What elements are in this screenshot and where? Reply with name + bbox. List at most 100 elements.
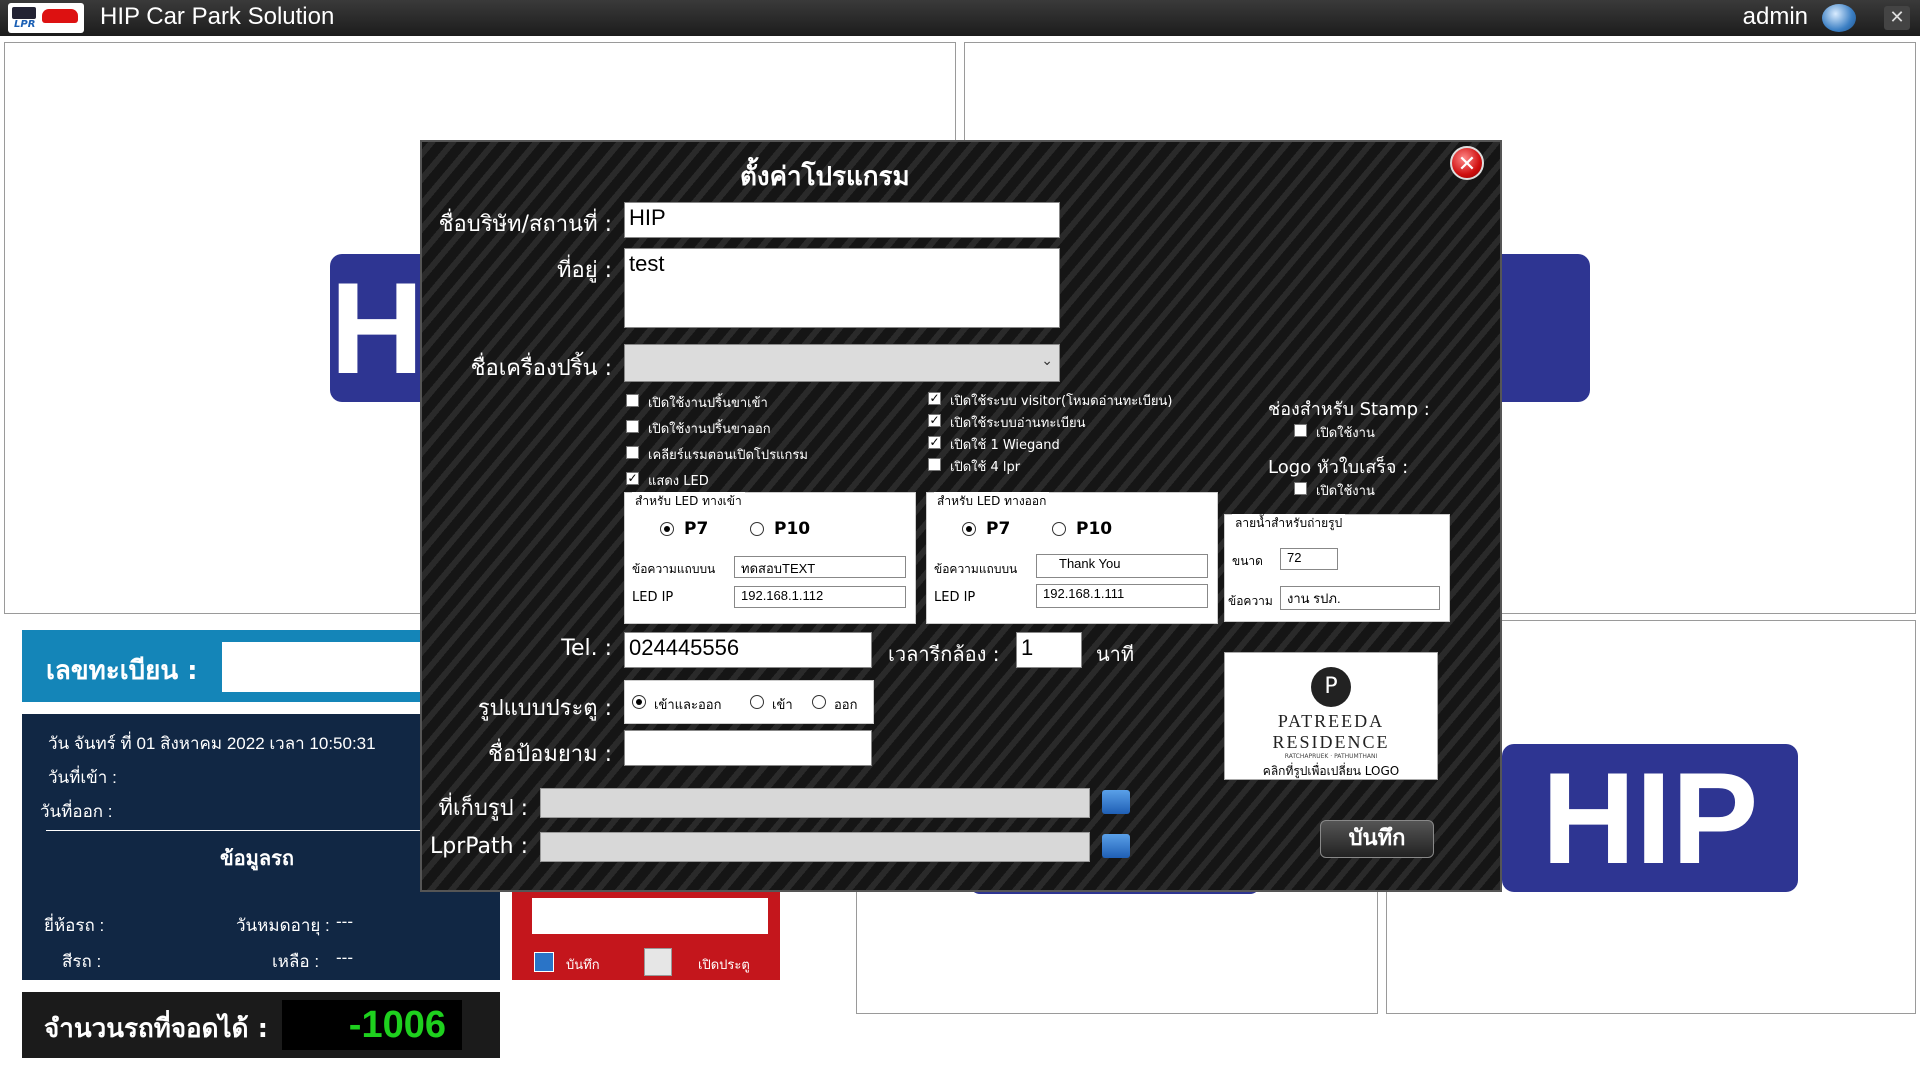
user-name: admin [1742, 3, 1808, 30]
visitor-label: เปิดใช้ระบบ visitor(โหมดอ่านทะเบียน) [950, 394, 1173, 409]
four-lpr-checkbox[interactable] [928, 458, 941, 471]
led-in-p10-radio[interactable] [750, 522, 764, 536]
date-line: วัน จันทร์ ที่ 01 สิงหาคม 2022 เวลา 10:5… [48, 734, 376, 753]
company-label: ชื่อบริษัท/สถานที่ : [438, 212, 612, 237]
lpr-path-input[interactable] [540, 832, 1090, 862]
tel-label: Tel. : [561, 636, 612, 661]
lpr-path-label: LprPath : [429, 834, 528, 859]
guard-input[interactable] [624, 730, 872, 766]
show-led-label: แสดง LED [648, 474, 709, 489]
image-path-label: ที่เก็บรูป : [438, 796, 529, 821]
wiegand-checkbox[interactable]: ✓ [928, 436, 941, 449]
gate-both-radio[interactable] [632, 695, 646, 709]
folder-browse-icon[interactable] [1102, 834, 1130, 858]
logo-hint: คลิกที่รูปเพื่อเปลี่ยน LOGO [1262, 764, 1400, 778]
camera-time-label: เวลารีกล้อง : [888, 642, 1000, 666]
gate-out-radio[interactable] [812, 695, 826, 709]
gate-out-label: ออก [834, 698, 858, 713]
led-in-p7-label: P7 [684, 519, 709, 539]
chevron-down-icon: ⌄ [1041, 353, 1053, 369]
plate-label: เลขทะเบียน : [46, 656, 198, 686]
open-gate-label[interactable]: เปิดประตู [698, 954, 750, 975]
stamp-label: ช่องสำหรับ Stamp : [1268, 399, 1430, 420]
stamp-enable-label: เปิดใช้งาน [1316, 426, 1375, 441]
hip-logo-text: HIP [1541, 745, 1759, 891]
count-value: -1006 [282, 1000, 462, 1050]
modal-title: ตั้งค่าโปรแกรม [740, 162, 910, 192]
plate-reader-checkbox[interactable]: ✓ [928, 414, 941, 427]
hip-logo-bg-3: HIP [1502, 744, 1798, 892]
logo-sub: RATCHAPRUEK · PATHUMTHANI [1284, 753, 1378, 760]
user-avatar[interactable] [1822, 4, 1856, 32]
led-out-text-label: ข้อความแถบบน [934, 562, 1018, 576]
receipt-logo-checkbox[interactable] [1294, 482, 1307, 495]
led-out-p7-radio[interactable] [962, 522, 976, 536]
led-out-ip-label: LED IP [934, 590, 976, 605]
patreeda-emblem-icon: P [1311, 667, 1351, 707]
plate-input[interactable] [222, 642, 422, 692]
save-button[interactable]: บันทึก [1320, 820, 1434, 858]
stamp-checkbox[interactable] [1294, 424, 1307, 437]
printer-label: ชื่อเครื่องปริ้น : [470, 356, 612, 381]
guard-label: ชื่อป้อมยาม : [488, 742, 612, 767]
date-in-label: วันที่เข้า : [48, 768, 117, 787]
watermark-text-label: ข้อความ [1228, 594, 1273, 608]
gate-input[interactable] [532, 898, 768, 934]
modal-close-icon[interactable]: ✕ [1450, 146, 1484, 180]
image-path-input[interactable] [540, 788, 1090, 818]
watermark-size-label: ขนาด [1232, 554, 1263, 568]
save-icon[interactable] [534, 952, 554, 972]
print-out-checkbox[interactable] [626, 420, 639, 433]
led-out-p7-label: P7 [986, 519, 1011, 539]
four-lpr-label: เปิดใช้ 4 lpr [950, 460, 1021, 475]
print-in-label: เปิดใช้งานปริ้นขาเข้า [648, 396, 768, 411]
company-input[interactable]: HIP [624, 202, 1060, 238]
led-in-legend: สำหรับ LED ทางเข้า [632, 492, 745, 511]
show-led-checkbox[interactable]: ✓ [626, 472, 639, 485]
expire-value: --- [336, 912, 353, 931]
led-in-text-input[interactable]: ทดสอบTEXT [734, 556, 906, 578]
led-in-p7-radio[interactable] [660, 522, 674, 536]
folder-browse-icon[interactable] [1102, 790, 1130, 814]
watermark-legend: ลายน้ำสำหรับถ่ายรูป [1232, 514, 1346, 533]
led-out-ip-input[interactable]: 192.168.1.111 [1036, 584, 1208, 608]
app-logo-text: LPR [14, 19, 36, 30]
date-out-label: วันที่ออก : [40, 802, 113, 821]
app-title: HIP Car Park Solution [100, 3, 335, 30]
visitor-checkbox[interactable]: ✓ [928, 392, 941, 405]
address-input[interactable]: test [624, 248, 1060, 328]
open-gate-icon[interactable] [644, 948, 672, 976]
watermark-text-input[interactable]: งาน รปภ. [1280, 586, 1440, 610]
logo-brand: PATREEDA [1277, 711, 1385, 731]
gate-in-radio[interactable] [750, 695, 764, 709]
car-info-title: ข้อมูลรถ [220, 848, 294, 870]
led-in-ip-label: LED IP [632, 590, 674, 605]
close-icon[interactable]: ✕ [1884, 6, 1910, 30]
gate-in-label: เข้า [772, 698, 793, 713]
receipt-logo-image[interactable]: P PATREEDA RESIDENCE RATCHAPRUEK · PATHU… [1224, 652, 1438, 780]
clear-ram-label: เคลียร์แรมตอนเปิดโปรแกรม [648, 448, 808, 463]
app-logo: LPR [8, 3, 84, 33]
clear-ram-checkbox[interactable] [626, 446, 639, 459]
led-in-ip-input[interactable]: 192.168.1.112 [734, 586, 906, 608]
camera-time-unit: นาที [1096, 642, 1135, 666]
expire-label: วันหมดอายุ : [236, 916, 330, 935]
address-label: ที่อยู่ : [556, 258, 612, 283]
led-out-legend: สำหรับ LED ทางออก [934, 492, 1050, 511]
tel-input[interactable]: 024445556 [624, 632, 872, 668]
led-out-text-input[interactable]: Thank You [1036, 554, 1208, 578]
bg-save-label[interactable]: บันทึก [566, 954, 600, 975]
led-out-p10-label: P10 [1076, 519, 1113, 539]
camera-time-input[interactable]: 1 [1016, 632, 1082, 668]
led-in-text-label: ข้อความแถบบน [632, 562, 716, 576]
plate-reader-label: เปิดใช้ระบบอ่านทะเบียน [950, 416, 1086, 431]
receipt-logo-label: Logo หัวใบเสร็จ : [1268, 457, 1409, 478]
brand-label: ยี่ห้อรถ : [44, 916, 105, 935]
print-in-checkbox[interactable] [626, 394, 639, 407]
color-label: สีรถ : [62, 952, 102, 971]
printer-select[interactable]: ⌄ [624, 344, 1060, 382]
receipt-logo-enable-label: เปิดใช้งาน [1316, 484, 1375, 499]
watermark-size-input[interactable]: 72 [1280, 548, 1338, 570]
print-out-label: เปิดใช้งานปริ้นขาออก [648, 422, 771, 437]
led-out-p10-radio[interactable] [1052, 522, 1066, 536]
